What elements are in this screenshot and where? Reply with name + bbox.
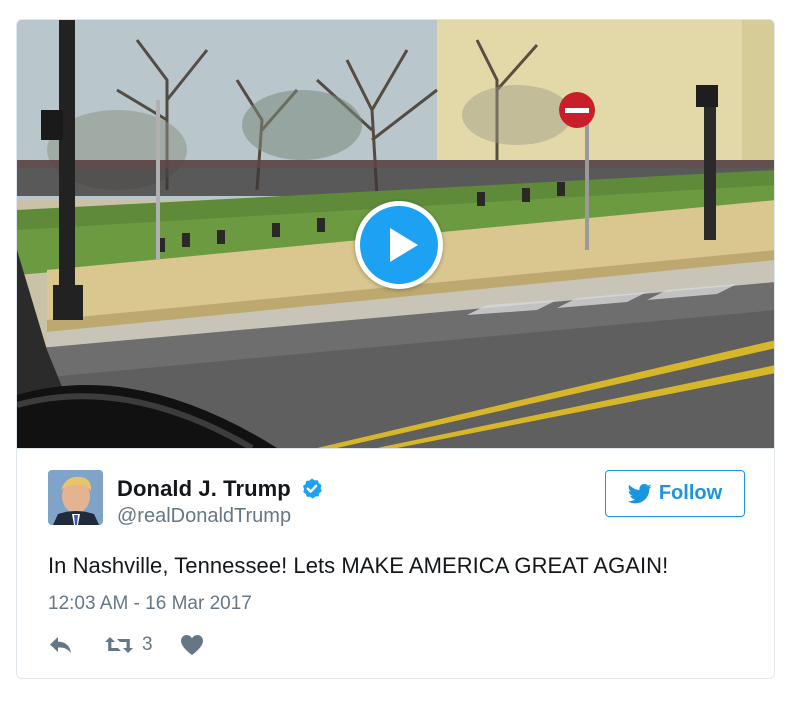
tweet-actions: 3 (48, 632, 204, 658)
author-name-row[interactable]: Donald J. Trump (117, 476, 324, 502)
embedded-tweet-card: Donald J. Trump @realDonaldTrump Follow … (16, 19, 775, 679)
avatar[interactable] (48, 470, 103, 525)
follow-button[interactable]: Follow (605, 470, 745, 517)
twitter-bird-icon (627, 483, 652, 503)
user-handle[interactable]: @realDonaldTrump (117, 505, 291, 528)
tweet-body: Donald J. Trump @realDonaldTrump Follow … (17, 448, 774, 678)
retweet-count: 3 (142, 634, 153, 655)
play-button[interactable] (355, 201, 443, 289)
verified-icon (302, 478, 322, 499)
tweet-timestamp[interactable]: 12:03 AM - 16 Mar 2017 (48, 593, 252, 615)
play-icon (390, 228, 418, 262)
video-player[interactable] (17, 20, 774, 448)
like-button[interactable] (180, 634, 204, 656)
retweet-button[interactable]: 3 (104, 634, 153, 656)
retweet-icon (105, 637, 133, 653)
reply-icon (50, 637, 71, 653)
display-name[interactable]: Donald J. Trump (117, 476, 291, 502)
heart-icon (180, 635, 203, 655)
tweet-text: In Nashville, Tennessee! Lets MAKE AMERI… (48, 553, 669, 578)
follow-label: Follow (658, 482, 723, 504)
reply-button[interactable] (48, 634, 74, 656)
